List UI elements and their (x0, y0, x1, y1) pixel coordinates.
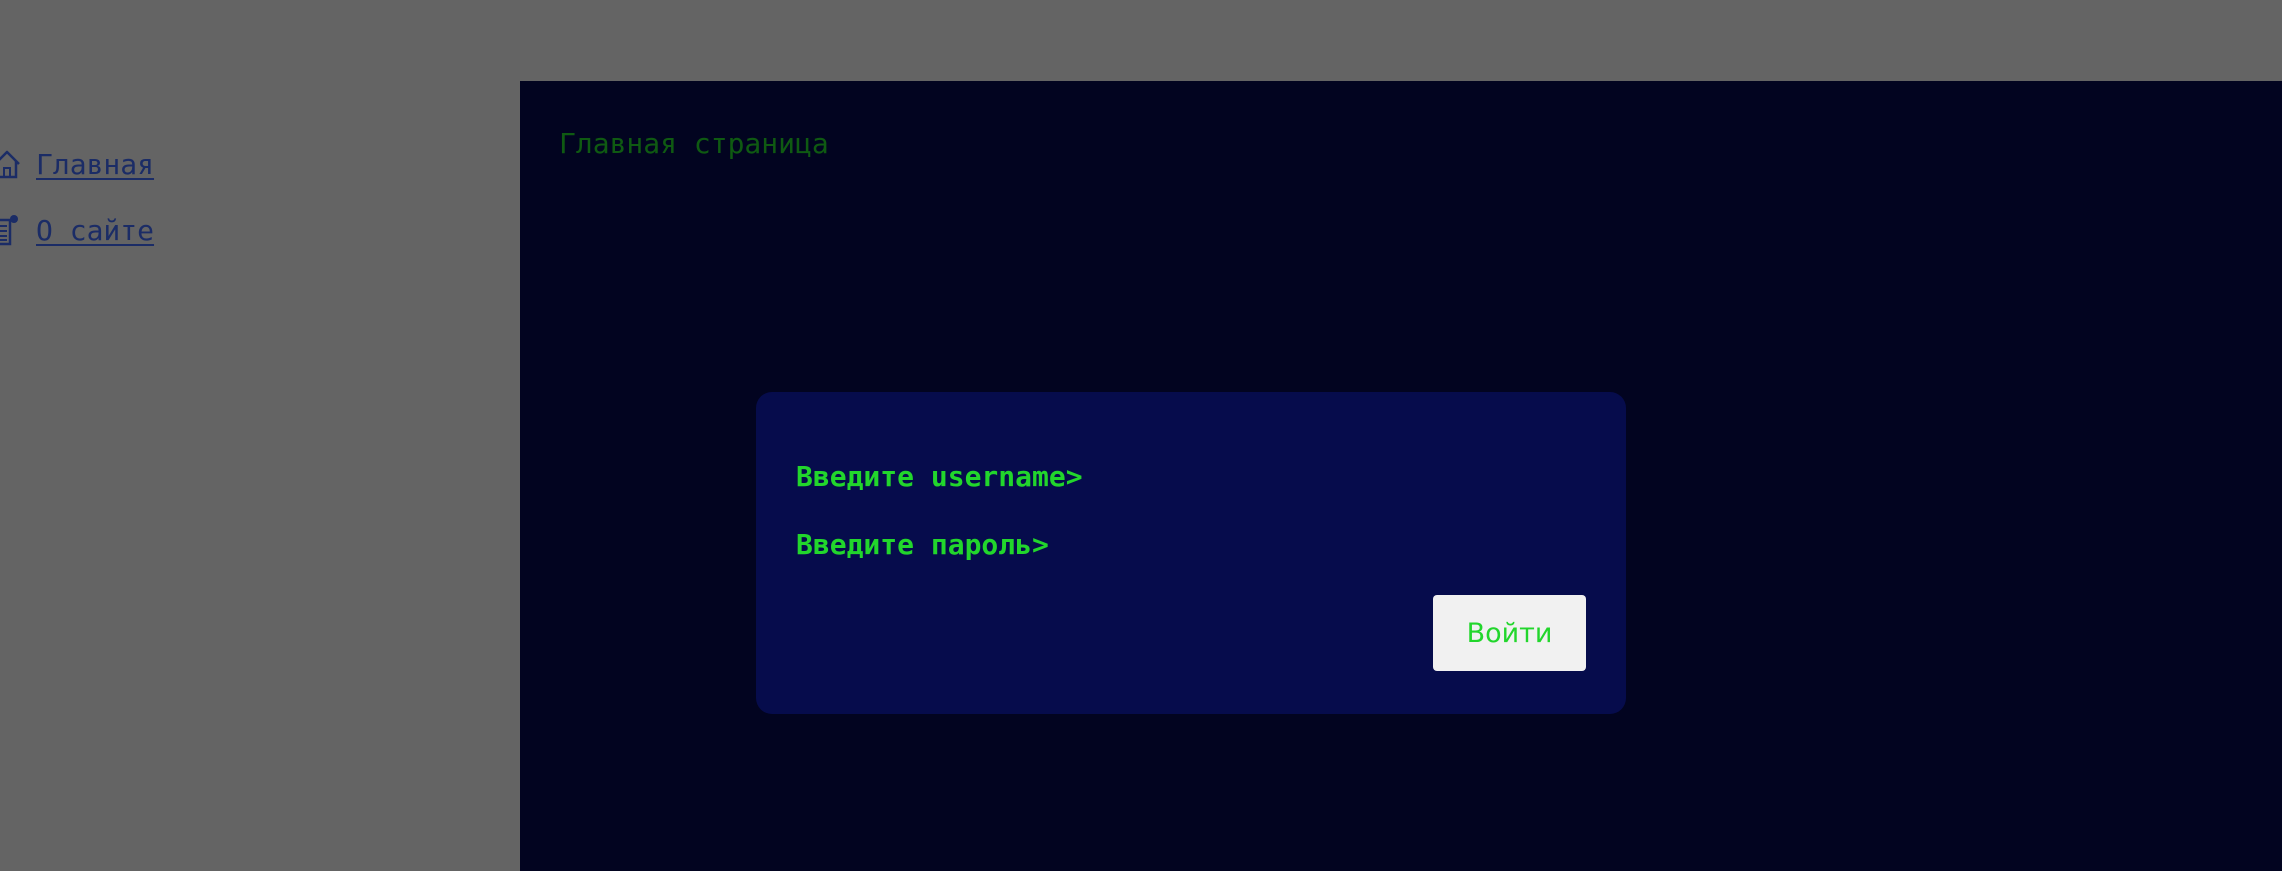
login-button[interactable]: Войти (1433, 595, 1586, 671)
sidebar-item-label: Главная (36, 147, 155, 181)
page-title: Главная страница (559, 127, 829, 160)
sidebar: Главная О сайте (0, 0, 520, 871)
sidebar-item-label: О сайте (36, 213, 155, 247)
info-document-icon (0, 210, 22, 250)
home-icon (0, 144, 22, 184)
terminal-area: Главная страница Введите username> Введи… (520, 81, 2282, 871)
sidebar-item-home[interactable]: Главная (0, 144, 154, 184)
sidebar-item-about[interactable]: О сайте (0, 210, 154, 250)
username-prompt[interactable]: Введите username> (796, 460, 1083, 493)
password-prompt[interactable]: Введите пароль> (796, 528, 1049, 561)
login-dialog: Введите username> Введите пароль> Войти (756, 392, 1626, 714)
